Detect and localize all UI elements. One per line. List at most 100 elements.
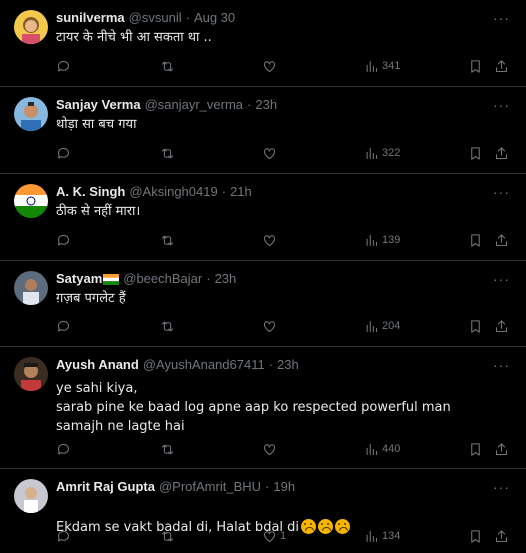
action-bar: 440 (56, 439, 514, 459)
retweet-button[interactable] (160, 319, 178, 334)
views-button[interactable]: 322 (364, 146, 400, 161)
tweet[interactable]: Sanjay Verma @sanjayr_verma · 23h ··· थो… (0, 87, 526, 174)
timestamp[interactable]: 23h (215, 271, 237, 287)
share-button[interactable] (494, 529, 509, 544)
timestamp[interactable]: Aug 30 (194, 10, 235, 26)
view-count: 204 (382, 320, 401, 332)
share-button[interactable] (494, 442, 509, 457)
author-name[interactable]: A. K. Singh (56, 184, 125, 200)
like-button[interactable] (262, 319, 280, 334)
more-options-icon[interactable]: ··· (493, 184, 510, 200)
bookmark-button[interactable] (468, 442, 483, 457)
action-bar: 322 (56, 143, 514, 163)
retweet-button[interactable] (160, 59, 178, 74)
retweet-button[interactable] (160, 146, 178, 161)
retweet-icon (161, 444, 174, 454)
view-count: 134 (382, 530, 401, 542)
separator-dot: · (265, 479, 270, 494)
avatar[interactable] (14, 184, 48, 218)
avatar[interactable] (14, 357, 48, 391)
like-button[interactable]: 1 (262, 529, 286, 544)
separator-dot: · (221, 184, 227, 199)
tweet-text: ठीक से नहीं मारा। (56, 204, 141, 219)
tweet[interactable]: Amrit Raj Gupta @ProfAmrit_BHU · 19h ···… (0, 469, 526, 553)
reply-button[interactable] (56, 59, 74, 74)
author-name[interactable]: Sanjay Verma (56, 97, 141, 113)
like-button[interactable] (262, 146, 280, 161)
share-button[interactable] (494, 233, 509, 248)
author-handle[interactable]: @svsunil (129, 10, 182, 26)
like-count: 1 (280, 530, 287, 542)
author-name[interactable]: sunilverma (56, 10, 125, 26)
more-options-icon[interactable]: ··· (493, 97, 510, 113)
share-button[interactable] (494, 319, 509, 334)
timestamp[interactable]: 19h (273, 479, 295, 495)
more-options-icon[interactable]: ··· (493, 479, 510, 495)
tweet-header: A. K. Singh @Aksingh0419 · 21h (56, 184, 514, 200)
tweet[interactable]: Satyam @beechBajar · 23h ··· ग़ज़ब पगलेट… (0, 261, 526, 347)
retweet-button[interactable] (160, 233, 178, 248)
avatar[interactable] (14, 97, 48, 131)
action-bar: 204 (56, 316, 514, 336)
bookmark-button[interactable] (468, 529, 483, 544)
timestamp[interactable]: 23h (255, 97, 277, 113)
analytics-icon (366, 443, 378, 455)
more-options-icon[interactable]: ··· (493, 10, 510, 26)
reply-icon (57, 60, 70, 71)
tweet-header: Satyam @beechBajar · 23h (56, 271, 514, 287)
like-button[interactable] (262, 233, 280, 248)
author-handle[interactable]: @sanjayr_verma (145, 97, 243, 113)
separator-dot: · (185, 10, 190, 25)
share-button[interactable] (494, 146, 509, 161)
tweet[interactable]: Ayush Anand @AyushAnand67411 · 23h ··· y… (0, 347, 526, 469)
reply-button[interactable] (56, 319, 74, 334)
avatar[interactable] (14, 479, 48, 513)
share-icon (495, 59, 508, 72)
retweet-button[interactable] (160, 442, 178, 457)
bookmark-icon (471, 146, 480, 160)
share-button[interactable] (494, 59, 509, 74)
view-count: 341 (382, 60, 401, 72)
more-options-icon[interactable]: ··· (493, 271, 510, 287)
share-icon (495, 442, 508, 455)
timestamp[interactable]: 21h (230, 184, 252, 200)
bookmark-button[interactable] (468, 146, 483, 161)
author-handle[interactable]: @AyushAnand67411 (143, 357, 265, 373)
action-bar: 1 134 (56, 526, 514, 546)
retweet-icon (161, 148, 174, 158)
author-handle[interactable]: @beechBajar (123, 271, 202, 287)
reply-button[interactable] (56, 233, 74, 248)
timestamp[interactable]: 23h (277, 357, 299, 373)
retweet-icon (161, 321, 174, 331)
reply-icon (57, 234, 70, 245)
like-button[interactable] (262, 59, 280, 74)
share-icon (495, 146, 508, 159)
more-options-icon[interactable]: ··· (493, 357, 510, 373)
author-name[interactable]: Ayush Anand (56, 357, 139, 373)
heart-icon (263, 530, 276, 542)
bookmark-button[interactable] (468, 319, 483, 334)
reply-button[interactable] (56, 529, 74, 544)
views-button[interactable]: 139 (364, 233, 400, 248)
reply-icon (57, 320, 70, 331)
tweet[interactable]: A. K. Singh @Aksingh0419 · 21h ··· ठीक स… (0, 174, 526, 261)
avatar[interactable] (14, 271, 48, 305)
action-bar: 139 (56, 230, 514, 250)
bookmark-button[interactable] (468, 233, 483, 248)
bookmark-button[interactable] (468, 59, 483, 74)
views-button[interactable]: 204 (364, 319, 400, 334)
tweet[interactable]: sunilverma @svsunil · Aug 30 ··· टायर के… (0, 0, 526, 87)
author-name[interactable]: Amrit Raj Gupta (56, 479, 155, 495)
author-handle[interactable]: @Aksingh0419 (129, 184, 217, 200)
avatar[interactable] (14, 10, 48, 44)
author-name[interactable]: Satyam (56, 271, 102, 287)
reply-button[interactable] (56, 146, 74, 161)
tweet-text: टायर के नीचे भी आ सकता था .. (56, 30, 212, 45)
reply-button[interactable] (56, 442, 74, 457)
views-button[interactable]: 134 (364, 529, 400, 544)
like-button[interactable] (262, 442, 280, 457)
views-button[interactable]: 440 (364, 442, 400, 457)
views-button[interactable]: 341 (364, 59, 400, 74)
retweet-button[interactable] (160, 529, 178, 544)
author-handle[interactable]: @ProfAmrit_BHU (159, 479, 261, 495)
